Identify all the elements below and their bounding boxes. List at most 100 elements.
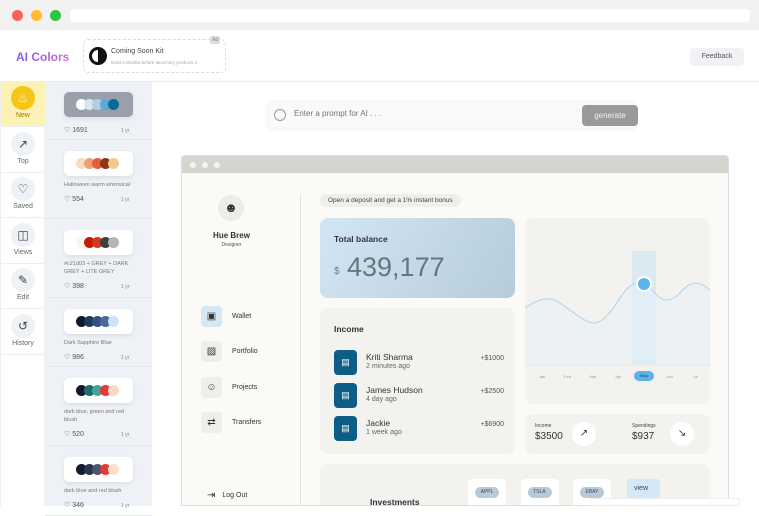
sidebar-nav: ♨ New ↗ Top ♡ Saved ◫ Views ✎ Edit ↺ History — [0, 82, 45, 506]
month-tick[interactable]: May — [634, 371, 654, 381]
logout-button[interactable]: ⇥ Log Out — [207, 490, 247, 501]
investments-title: Investments — [370, 497, 420, 506]
sidebar-item-label: Top — [17, 157, 29, 165]
palette-card[interactable]: ♡ 1691 1 yr — [45, 82, 152, 140]
projects-icon: ☺ — [201, 377, 222, 398]
palette-age: 1 yr — [121, 503, 130, 509]
stock-card[interactable]: TSLA — [520, 479, 559, 505]
minimize-dot[interactable] — [31, 10, 42, 21]
pencil-icon: ✎ — [11, 268, 35, 292]
palette-card[interactable]: dark blue, green and red blush ♡ 520 1 yr — [45, 367, 152, 446]
income-row[interactable]: ▤ Jackie 1 week ago +$6900 — [334, 416, 504, 442]
stats-card: Income $3500 ↗ Spendings $937 ↘ — [525, 414, 710, 454]
overlay-panel — [590, 498, 740, 506]
month-tick[interactable]: Apr — [609, 374, 629, 379]
palette-preview[interactable] — [64, 309, 133, 334]
heart-icon: ♡ — [64, 354, 73, 361]
palette-name: dark blue and red blush — [64, 488, 122, 494]
sidebar-item-label: New — [15, 112, 30, 119]
close-dot[interactable] — [12, 10, 23, 21]
stock-ticker: EBAY — [580, 487, 604, 498]
sidebar-item-views[interactable]: ◫ Views — [1, 219, 45, 264]
income-stat-label: Income — [535, 423, 552, 429]
spend-stat-label: Spendings — [632, 423, 656, 429]
palette-age: 1 yr — [121, 284, 130, 290]
color-swatch[interactable] — [107, 385, 119, 396]
like-button[interactable]: ♡ 554 — [64, 195, 84, 203]
divider — [300, 194, 301, 505]
palette-age: 1 yr — [121, 355, 130, 361]
logout-icon: ⇥ — [207, 490, 216, 501]
sidebar-item-edit[interactable]: ✎ Edit — [1, 264, 45, 309]
balance-card: Total balance $ 439,177 — [320, 218, 515, 298]
color-swatch[interactable] — [107, 99, 119, 110]
palette-name: Dark Sapphire Blue — [64, 340, 112, 346]
like-button[interactable]: ♡ 398 — [64, 282, 84, 290]
views-icon: ◫ — [11, 222, 35, 247]
menu-item-portfolio[interactable]: ▨ Portfolio — [201, 341, 258, 362]
sidebar-item-saved[interactable]: ♡ Saved — [1, 173, 45, 218]
promo-pill[interactable]: Open a deposit and get a 1% instant bonu… — [320, 194, 461, 207]
like-button[interactable]: ♡ 520 — [64, 430, 84, 438]
palette-preview[interactable] — [64, 378, 133, 403]
palette-age: 1 yr — [121, 128, 130, 134]
brand-logo[interactable]: AI Colors — [16, 50, 69, 64]
menu-item-wallet[interactable]: ▣ Wallet — [201, 306, 251, 327]
like-button[interactable]: ♡ 1691 — [64, 126, 88, 134]
feedback-button[interactable]: Feedback — [690, 48, 744, 66]
sidebar-item-label: Saved — [13, 203, 33, 210]
profile-name: Hue Brew — [213, 231, 250, 240]
palette-card[interactable]: Halloween warm whimsical ♡ 554 1 yr — [45, 140, 152, 219]
palette-name: #c21d03 + GREY + DARK GREY + LITE GREY — [64, 261, 129, 275]
stock-card[interactable]: APPL — [468, 479, 506, 505]
menu-item-transfers[interactable]: ⇄ Transfers — [201, 412, 261, 433]
wallet-icon: ▣ — [201, 306, 222, 327]
address-bar[interactable] — [70, 9, 750, 22]
color-swatch[interactable] — [107, 237, 119, 248]
month-tick[interactable]: Jan — [532, 374, 552, 379]
document-icon: ▤ — [334, 416, 357, 441]
sidebar-item-history[interactable]: ↺ History — [1, 310, 45, 355]
month-tick[interactable]: Mar — [583, 374, 603, 379]
palette-list: ♡ 1691 1 yr Halloween warm whimsical ♡ 554 1… — [45, 82, 152, 516]
document-icon: ▤ — [334, 383, 357, 408]
ad-title: Coming Soon Kit — [111, 48, 164, 55]
income-row[interactable]: ▤ Kriti Sharma 2 minutes ago +$1000 — [334, 350, 504, 376]
color-swatch[interactable] — [107, 158, 119, 169]
mockup-titlebar — [182, 156, 728, 173]
palette-preview[interactable] — [64, 230, 133, 255]
stock-ticker: TSLA — [527, 487, 552, 498]
color-swatch[interactable] — [107, 464, 119, 475]
maximize-dot[interactable] — [50, 10, 61, 21]
month-tick[interactable]: Feb — [558, 374, 578, 379]
generate-button[interactable]: generate — [582, 105, 638, 126]
chart-area — [525, 283, 710, 365]
palette-preview[interactable] — [64, 151, 133, 176]
palette-age: 1 yr — [121, 197, 130, 203]
profile-role: Designer — [221, 242, 242, 248]
chart-point[interactable] — [636, 276, 652, 292]
balance-amount: 439,177 — [347, 252, 445, 282]
menu-item-projects[interactable]: ☺ Projects — [201, 377, 257, 398]
sidebar-item-top[interactable]: ↗ Top — [1, 128, 45, 173]
ad-banner[interactable]: Coming Soon Kit Build a Waitlist before … — [83, 39, 226, 73]
palette-card[interactable]: Dark Sapphire Blue ♡ 986 1 yr — [45, 298, 152, 367]
stock-ticker: APPL — [475, 487, 499, 498]
palette-preview[interactable] — [64, 92, 133, 117]
palette-preview[interactable] — [64, 457, 133, 482]
income-title: Income — [334, 324, 364, 334]
palette-card[interactable]: #c21d03 + GREY + DARK GREY + LITE GREY ♡ … — [45, 219, 152, 298]
color-swatch[interactable] — [107, 316, 119, 327]
income-row[interactable]: ▤ James Hudson 4 day ago +$2500 — [334, 383, 504, 409]
heart-icon: ♡ — [64, 196, 73, 203]
moon-icon — [89, 47, 107, 65]
prompt-input[interactable] — [294, 109, 564, 118]
like-button[interactable]: ♡ 986 — [64, 353, 84, 361]
history-icon: ↺ — [11, 313, 35, 338]
month-tick[interactable]: Jul — [685, 374, 705, 379]
avatar: ☻ — [218, 195, 244, 221]
sidebar-item-new[interactable]: ♨ New — [1, 82, 45, 127]
balance-chart: Jan Feb Mar Apr May Jun Jul — [525, 218, 710, 404]
month-tick[interactable]: Jun — [660, 374, 680, 379]
like-button[interactable]: ♡ 346 — [64, 501, 84, 509]
